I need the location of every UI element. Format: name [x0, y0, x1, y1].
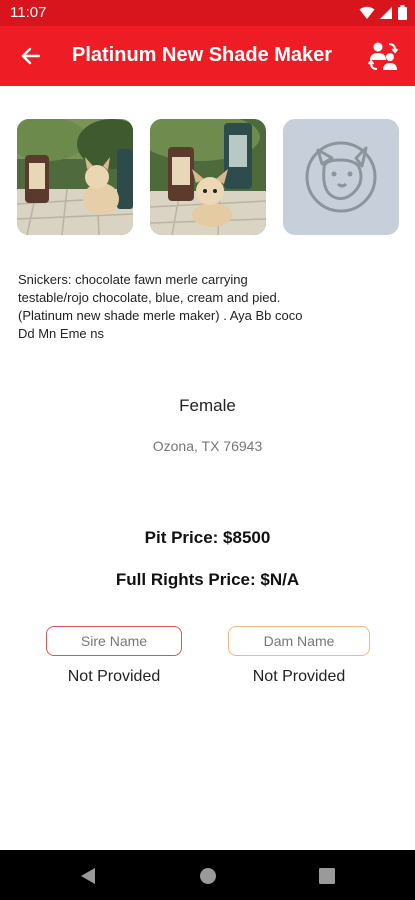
location-label: Ozona, TX 76943 — [152, 438, 263, 454]
dam-section: Dam Name Not Provided — [228, 626, 370, 686]
signal-icon — [380, 6, 392, 19]
contact-owner-button[interactable] — [363, 36, 403, 76]
dam-name-button[interactable]: Dam Name — [228, 626, 370, 656]
bulldog-logo-icon — [305, 141, 377, 213]
app-bar: Platinum New Shade Maker — [0, 26, 415, 86]
battery-icon — [398, 5, 407, 20]
nav-back-icon — [81, 868, 95, 884]
puppy-photo-image — [17, 119, 133, 235]
nav-home-button[interactable] — [196, 864, 220, 888]
photo-gallery — [17, 119, 399, 235]
people-swap-icon — [367, 42, 399, 70]
sire-name-button[interactable]: Sire Name — [46, 626, 182, 656]
photo-placeholder[interactable] — [283, 119, 399, 235]
puppy-photo-image — [150, 119, 266, 235]
nav-recents-button[interactable] — [315, 864, 339, 888]
sire-value: Not Provided — [67, 668, 161, 685]
status-icons — [359, 5, 407, 20]
nav-back-button[interactable] — [76, 864, 100, 888]
status-bar: 11:07 — [0, 0, 415, 26]
arrow-left-icon — [21, 47, 41, 65]
gender-label: Female — [179, 396, 236, 415]
full-rights-price: Full Rights Price: $N/A — [115, 570, 300, 589]
system-nav-bar — [0, 850, 415, 900]
back-button[interactable] — [14, 39, 48, 73]
sire-section: Sire Name Not Provided — [46, 626, 182, 686]
nav-home-icon — [200, 868, 216, 884]
wifi-icon — [359, 6, 375, 19]
nav-recents-icon — [319, 868, 335, 884]
status-time: 11:07 — [10, 4, 47, 21]
page-title: Platinum New Shade Maker — [72, 44, 333, 66]
puppy-photo-1[interactable] — [17, 119, 133, 235]
listing-description: Snickers: chocolate fawn merle carrying … — [18, 272, 303, 341]
puppy-photo-2[interactable] — [150, 119, 266, 235]
dam-value: Not Provided — [252, 668, 346, 685]
pit-price: Pit Price: $8500 — [144, 528, 271, 547]
